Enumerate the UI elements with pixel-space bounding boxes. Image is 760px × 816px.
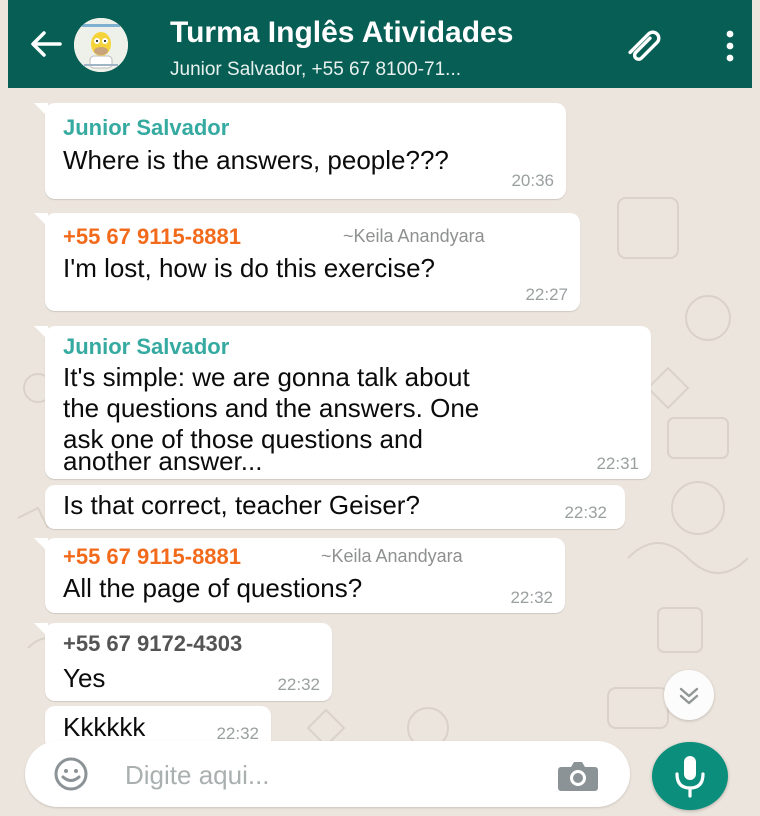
message-time: 22:27	[525, 285, 568, 304]
message-sender: Junior Salvador	[63, 115, 230, 140]
message-bubble[interactable]: Junior Salvador It's simple: we are gonn…	[34, 326, 651, 479]
homer-avatar-icon	[74, 18, 128, 72]
message-sender: +55 67 9115-8881	[63, 544, 242, 569]
message-composer	[25, 741, 630, 807]
message-text-line: the questions and the answers. One	[63, 393, 480, 423]
group-participants[interactable]: Junior Salvador, +55 67 8100-71...	[170, 59, 461, 81]
scroll-to-bottom-button[interactable]	[664, 670, 714, 720]
message-time: 22:31	[596, 454, 639, 473]
message-text-line: It's simple: we are gonna talk about	[63, 362, 470, 392]
sender-alias: ~Keila Anandyara	[321, 546, 463, 566]
sender-alias: ~Keila Anandyara	[343, 226, 485, 246]
chat-header: Turma Inglês Atividades Junior Salvador,…	[8, 0, 752, 88]
message-time: 22:32	[510, 588, 553, 607]
microphone-icon	[675, 756, 705, 798]
microphone-button[interactable]	[652, 742, 728, 810]
message-text-line: another answer...	[63, 446, 263, 476]
message-sender: +55 67 9172-4303	[63, 631, 243, 656]
message-text: Kkkkkk	[63, 712, 146, 742]
message-sender: Junior Salvador	[63, 334, 230, 359]
camera-icon[interactable]	[553, 757, 603, 793]
chat-area[interactable]: Junior Salvador Where is the answers, pe…	[8, 88, 752, 816]
message-time: 22:32	[564, 503, 607, 522]
message-text: Is that correct, teacher Geiser?	[63, 490, 420, 520]
group-avatar[interactable]	[74, 18, 128, 72]
paperclip-icon[interactable]	[620, 26, 670, 66]
group-title[interactable]: Turma Inglês Atividades	[170, 16, 513, 50]
message-text: I'm lost, how is do this exercise?	[63, 253, 435, 283]
more-vert-icon[interactable]	[720, 28, 740, 64]
back-arrow-icon[interactable]	[28, 26, 64, 62]
message-bubble[interactable]: +55 67 9172-4303 Yes 22:32	[34, 623, 332, 701]
message-time: 20:36	[511, 171, 554, 190]
message-input[interactable]	[123, 755, 547, 795]
emoji-icon[interactable]	[53, 756, 89, 792]
message-text: All the page of questions?	[63, 573, 363, 603]
message-bubble[interactable]: +55 67 9115-8881 ~Keila Anandyara I'm lo…	[34, 213, 580, 311]
message-text: Yes	[63, 663, 106, 693]
message-sender: +55 67 9115-8881	[63, 224, 242, 249]
message-bubble[interactable]: +55 67 9115-8881 ~Keila Anandyara All th…	[34, 538, 565, 613]
double-chevron-down-icon	[679, 687, 699, 705]
message-time: 22:32	[277, 675, 320, 694]
message-bubble[interactable]: Is that correct, teacher Geiser? 22:32	[45, 485, 625, 529]
message-text: Where is the answers, people???	[63, 145, 449, 175]
message-bubble[interactable]: Junior Salvador Where is the answers, pe…	[34, 103, 566, 199]
